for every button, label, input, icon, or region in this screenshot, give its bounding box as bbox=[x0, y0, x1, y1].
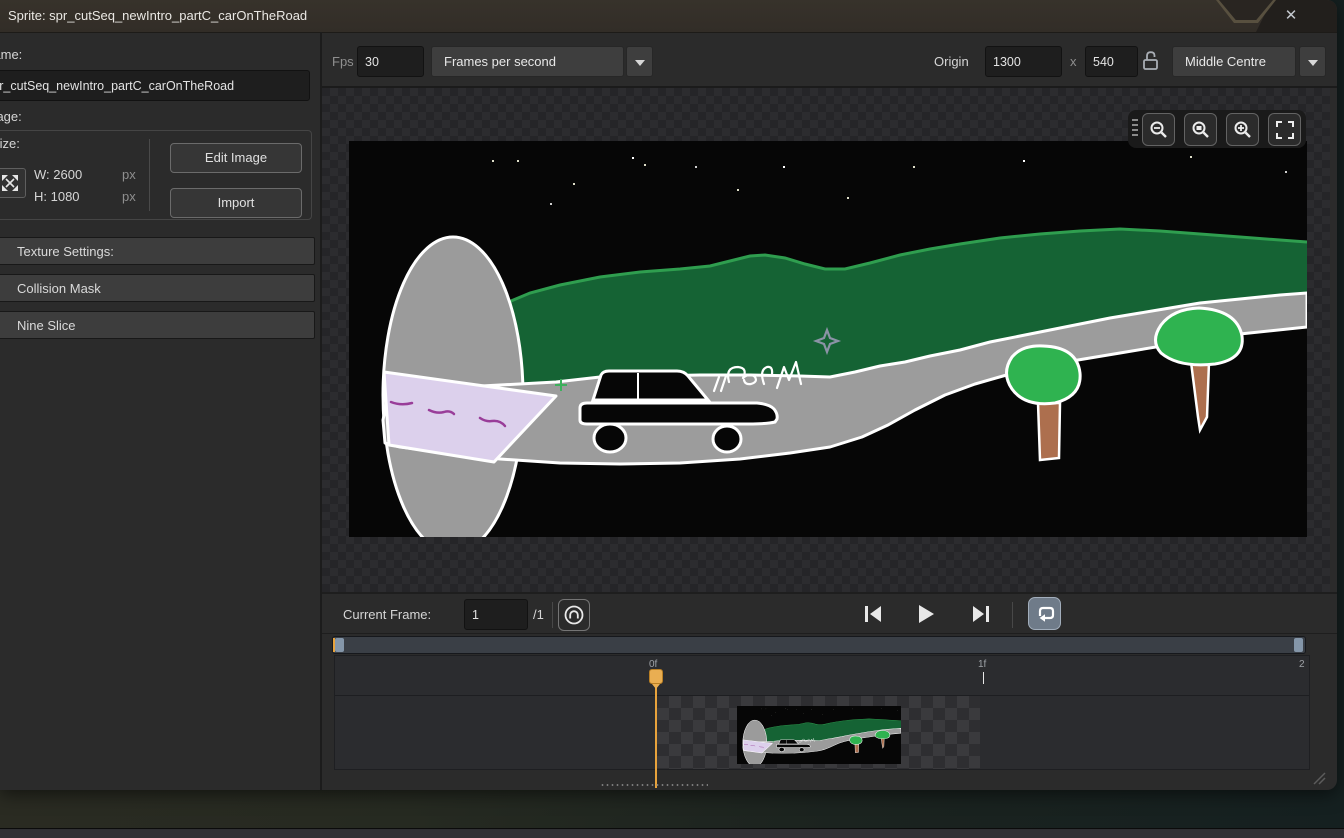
timeline-tick-2f: 2 bbox=[1299, 659, 1305, 670]
section-texture-settings[interactable]: Texture Settings: bbox=[0, 237, 315, 265]
playhead-handle-tip bbox=[652, 684, 660, 689]
chevron-down-icon bbox=[1308, 60, 1318, 66]
size-height-value: H: 1080 bbox=[34, 188, 80, 206]
origin-lock-button[interactable] bbox=[1141, 49, 1161, 73]
zoom-in-icon bbox=[1232, 119, 1254, 141]
canvas-zoom-toolbar bbox=[1128, 110, 1306, 148]
size-label: Size: bbox=[0, 135, 20, 153]
scrollbar-left-handle[interactable] bbox=[335, 638, 344, 652]
name-input[interactable] bbox=[0, 70, 310, 101]
frame-cell[interactable] bbox=[657, 696, 980, 769]
image-label: Image: bbox=[0, 108, 22, 126]
zoom-reset-button[interactable] bbox=[1184, 113, 1217, 146]
skip-to-end-button[interactable] bbox=[968, 601, 994, 627]
frame-total-label: /1 bbox=[533, 606, 544, 624]
skip-start-icon bbox=[860, 601, 886, 627]
skip-end-icon bbox=[968, 601, 994, 627]
section-label: Texture Settings: bbox=[17, 244, 114, 259]
sprite-editor-window: Sprite: spr_cutSeq_newIntro_partC_carOnT… bbox=[0, 0, 1337, 790]
timeline-tick-1f: 1f bbox=[978, 659, 986, 670]
name-label: Name: bbox=[0, 46, 22, 64]
section-nine-slice[interactable]: Nine Slice bbox=[0, 311, 315, 339]
size-width-unit: px bbox=[122, 166, 136, 184]
onion-skin-icon bbox=[562, 603, 586, 627]
section-collision-mask[interactable]: Collision Mask bbox=[0, 274, 315, 302]
window-resize-grip-icon[interactable] bbox=[1310, 770, 1328, 786]
zoom-out-icon bbox=[1148, 119, 1170, 141]
expand-size-icon bbox=[0, 173, 20, 193]
fps-mode-dropdown-button[interactable] bbox=[626, 46, 653, 77]
playback-timeline-divider bbox=[322, 633, 1337, 634]
separator bbox=[1012, 602, 1013, 628]
size-height-unit: px bbox=[122, 188, 136, 206]
playhead-line bbox=[655, 684, 657, 788]
playhead-handle[interactable] bbox=[649, 669, 663, 684]
current-frame-label: Current Frame: bbox=[343, 606, 431, 624]
zoom-reset-icon bbox=[1190, 119, 1212, 141]
fps-input[interactable] bbox=[357, 46, 424, 77]
lock-open-icon bbox=[1141, 49, 1161, 73]
origin-separator: x bbox=[1070, 53, 1077, 71]
screen: Sprite: spr_cutSeq_newIntro_partC_carOnT… bbox=[0, 0, 1344, 838]
onion-skin-button[interactable] bbox=[558, 599, 590, 631]
origin-preset-value: Middle Centre bbox=[1185, 54, 1266, 69]
fps-label: Fps bbox=[332, 53, 354, 71]
timeline-scrollbar[interactable] bbox=[332, 636, 1306, 654]
chevron-down-icon bbox=[635, 60, 645, 66]
origin-preset-dropdown[interactable]: Middle Centre bbox=[1172, 46, 1296, 77]
zoom-out-button[interactable] bbox=[1142, 113, 1175, 146]
size-width-value: W: 2600 bbox=[34, 166, 82, 184]
sprite-canvas-image bbox=[349, 141, 1307, 537]
edit-image-button[interactable]: Edit Image bbox=[170, 143, 302, 173]
size-divider bbox=[149, 139, 150, 211]
fit-canvas-icon bbox=[1274, 119, 1296, 141]
ruler-track-divider bbox=[335, 695, 1309, 696]
window-title: Sprite: spr_cutSeq_newIntro_partC_carOnT… bbox=[8, 8, 307, 23]
frame-thumbnail[interactable] bbox=[737, 706, 901, 764]
scrollbar-right-handle[interactable] bbox=[1294, 638, 1303, 652]
close-icon[interactable]: ✕ bbox=[1280, 5, 1302, 27]
fps-mode-dropdown[interactable]: Frames per second bbox=[431, 46, 624, 77]
origin-y-input[interactable] bbox=[1085, 46, 1138, 77]
fps-mode-value: Frames per second bbox=[444, 54, 556, 69]
loop-toggle-button[interactable] bbox=[1028, 597, 1061, 630]
canvas-playback-divider bbox=[322, 592, 1337, 594]
zoom-in-button[interactable] bbox=[1226, 113, 1259, 146]
panel-resize-grip[interactable] bbox=[600, 783, 708, 787]
sprite-canvas[interactable] bbox=[322, 88, 1330, 592]
timeline-tick-mark bbox=[983, 672, 984, 684]
loop-icon bbox=[1031, 600, 1058, 627]
origin-preset-dropdown-button[interactable] bbox=[1299, 46, 1326, 77]
play-icon bbox=[912, 601, 938, 627]
window-titlebar[interactable]: Sprite: spr_cutSeq_newIntro_partC_carOnT… bbox=[0, 0, 1337, 33]
skip-to-start-button[interactable] bbox=[860, 601, 886, 627]
play-button[interactable] bbox=[912, 601, 938, 627]
origin-label: Origin bbox=[934, 53, 969, 71]
separator bbox=[552, 602, 553, 628]
current-frame-input[interactable] bbox=[464, 599, 528, 630]
toolbar-grip-icon[interactable] bbox=[1132, 119, 1138, 139]
timeline-track-area[interactable]: 0f 1f 2 bbox=[334, 655, 1310, 770]
origin-x-input[interactable] bbox=[985, 46, 1062, 77]
import-button[interactable]: Import bbox=[170, 188, 302, 218]
size-link-button[interactable] bbox=[0, 168, 26, 198]
os-taskbar-edge bbox=[0, 828, 1344, 838]
fit-canvas-button[interactable] bbox=[1268, 113, 1301, 146]
section-label: Nine Slice bbox=[17, 318, 76, 333]
section-label: Collision Mask bbox=[17, 281, 101, 296]
